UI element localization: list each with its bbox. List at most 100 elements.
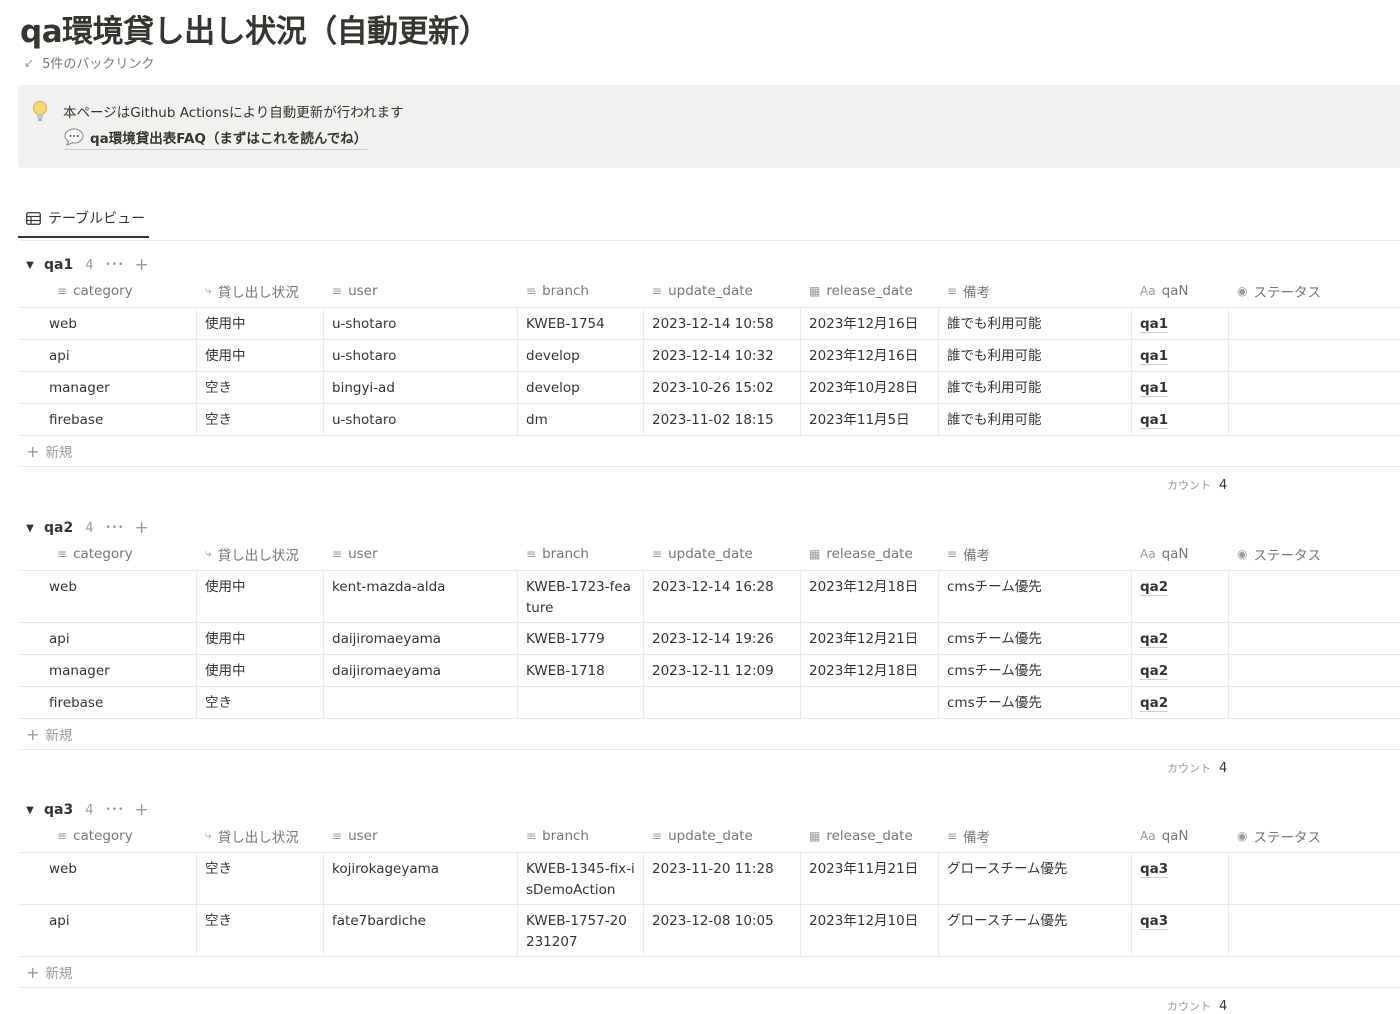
- cell-3[interactable]: KWEB-1723-feature: [518, 571, 644, 622]
- cell-2[interactable]: kent-mazda-alda: [324, 571, 518, 622]
- column-header-3[interactable]: ≡ branch: [518, 819, 644, 852]
- cell-3[interactable]: KWEB-1779: [518, 623, 644, 654]
- table-row[interactable]: web 空き kojirokageyama KWEB-1345-fix-isDemoA…: [18, 853, 1400, 905]
- cell-6[interactable]: cmsチーム優先: [939, 571, 1132, 622]
- cell-8[interactable]: [1229, 404, 1400, 435]
- cell-5[interactable]: [801, 687, 939, 718]
- cell-6[interactable]: 誰でも利用可能: [939, 308, 1132, 339]
- cell-1[interactable]: 使用中: [197, 655, 324, 686]
- cell-8[interactable]: [1229, 372, 1400, 403]
- cell-5[interactable]: 2023年11月5日: [801, 404, 939, 435]
- collapse-triangle-icon[interactable]: ▼: [18, 805, 42, 816]
- qan-title-link[interactable]: qa2: [1140, 579, 1169, 596]
- cell-0[interactable]: web: [18, 853, 197, 904]
- cell-8[interactable]: [1229, 853, 1400, 904]
- column-header-7[interactable]: Aa qaN: [1132, 819, 1229, 852]
- cell-2[interactable]: u-shotaro: [324, 340, 518, 371]
- cell-6[interactable]: cmsチーム優先: [939, 687, 1132, 718]
- table-row[interactable]: api 使用中 daijiromaeyama KWEB-1779 2023-12-14 …: [18, 623, 1400, 655]
- cell-1[interactable]: 使用中: [197, 623, 324, 654]
- cell-2[interactable]: fate7bardiche: [324, 905, 518, 956]
- faq-page-link[interactable]: qa環境貸出表FAQ（まずはこれを読んでね）: [64, 127, 368, 150]
- cell-6[interactable]: 誰でも利用可能: [939, 340, 1132, 371]
- table-row[interactable]: web 使用中 u-shotaro KWEB-1754 2023-12-14 10:58…: [18, 308, 1400, 340]
- cell-7[interactable]: qa3: [1132, 905, 1229, 956]
- qan-title-link[interactable]: qa3: [1140, 861, 1169, 878]
- backlinks-link[interactable]: ↙ 5件のバックリンク: [24, 53, 154, 73]
- count-footer[interactable]: カウント 4: [1167, 998, 1227, 1014]
- cell-6[interactable]: cmsチーム優先: [939, 623, 1132, 654]
- cell-0[interactable]: web: [18, 571, 197, 622]
- cell-1[interactable]: 空き: [197, 853, 324, 904]
- cell-5[interactable]: 2023年12月21日: [801, 623, 939, 654]
- cell-4[interactable]: 2023-11-20 11:28: [644, 853, 801, 904]
- cell-2[interactable]: kojirokageyama: [324, 853, 518, 904]
- cell-3[interactable]: [518, 687, 644, 718]
- column-header-8[interactable]: ◉ ステータス: [1229, 274, 1400, 307]
- table-row[interactable]: manager 空き bingyi-ad develop 2023-10-26 15:0…: [18, 372, 1400, 404]
- cell-4[interactable]: 2023-12-14 10:32: [644, 340, 801, 371]
- cell-4[interactable]: 2023-12-08 10:05: [644, 905, 801, 956]
- cell-7[interactable]: qa1: [1132, 372, 1229, 403]
- cell-5[interactable]: 2023年12月18日: [801, 655, 939, 686]
- cell-7[interactable]: qa1: [1132, 404, 1229, 435]
- qan-title-link[interactable]: qa2: [1140, 663, 1169, 680]
- cell-7[interactable]: qa2: [1132, 571, 1229, 622]
- cell-4[interactable]: 2023-10-26 15:02: [644, 372, 801, 403]
- cell-1[interactable]: 使用中: [197, 340, 324, 371]
- cell-6[interactable]: 誰でも利用可能: [939, 372, 1132, 403]
- new-row-button[interactable]: + 新規: [18, 957, 1400, 988]
- table-row[interactable]: api 使用中 u-shotaro develop 2023-12-14 10:32 20…: [18, 340, 1400, 372]
- table-row[interactable]: manager 使用中 daijiromaeyama KWEB-1718 2023-12…: [18, 655, 1400, 687]
- cell-4[interactable]: 2023-12-14 19:26: [644, 623, 801, 654]
- cell-7[interactable]: qa2: [1132, 655, 1229, 686]
- cell-3[interactable]: develop: [518, 340, 644, 371]
- add-row-icon[interactable]: +: [134, 255, 148, 275]
- add-row-icon[interactable]: +: [134, 800, 148, 820]
- column-header-5[interactable]: ▦ release_date: [801, 274, 939, 307]
- cell-1[interactable]: 空き: [197, 372, 324, 403]
- cell-2[interactable]: daijiromaeyama: [324, 623, 518, 654]
- cell-0[interactable]: manager: [18, 372, 197, 403]
- cell-8[interactable]: [1229, 623, 1400, 654]
- cell-5[interactable]: 2023年12月10日: [801, 905, 939, 956]
- cell-4[interactable]: 2023-12-14 16:28: [644, 571, 801, 622]
- cell-0[interactable]: firebase: [18, 687, 197, 718]
- qan-title-link[interactable]: qa1: [1140, 316, 1169, 333]
- column-header-1[interactable]: ⤷ 貸し出し状況: [197, 274, 324, 307]
- column-header-3[interactable]: ≡ branch: [518, 537, 644, 570]
- table-row[interactable]: web 使用中 kent-mazda-alda KWEB-1723-feature 20…: [18, 571, 1400, 623]
- cell-7[interactable]: qa1: [1132, 308, 1229, 339]
- column-header-2[interactable]: ≡ user: [324, 537, 518, 570]
- cell-0[interactable]: firebase: [18, 404, 197, 435]
- cell-2[interactable]: [324, 687, 518, 718]
- cell-1[interactable]: 空き: [197, 905, 324, 956]
- cell-0[interactable]: api: [18, 905, 197, 956]
- cell-6[interactable]: グロースチーム優先: [939, 905, 1132, 956]
- cell-3[interactable]: dm: [518, 404, 644, 435]
- cell-3[interactable]: KWEB-1757-20231207: [518, 905, 644, 956]
- column-header-2[interactable]: ≡ user: [324, 819, 518, 852]
- cell-4[interactable]: [644, 687, 801, 718]
- column-header-5[interactable]: ▦ release_date: [801, 537, 939, 570]
- cell-8[interactable]: [1229, 905, 1400, 956]
- column-header-7[interactable]: Aa qaN: [1132, 274, 1229, 307]
- more-options-icon[interactable]: •••: [106, 523, 125, 533]
- more-options-icon[interactable]: •••: [106, 260, 125, 270]
- column-header-1[interactable]: ⤷ 貸し出し状況: [197, 537, 324, 570]
- table-row[interactable]: firebase 空き u-shotaro dm 2023-11-02 18:15 202…: [18, 404, 1400, 436]
- cell-3[interactable]: KWEB-1345-fix-isDemoAction: [518, 853, 644, 904]
- tab-table-view[interactable]: テーブルビュー: [18, 200, 149, 238]
- column-header-7[interactable]: Aa qaN: [1132, 537, 1229, 570]
- new-row-button[interactable]: + 新規: [18, 719, 1400, 750]
- cell-7[interactable]: qa1: [1132, 340, 1229, 371]
- cell-3[interactable]: KWEB-1754: [518, 308, 644, 339]
- column-header-4[interactable]: ≡ update_date: [644, 274, 801, 307]
- cell-1[interactable]: 空き: [197, 404, 324, 435]
- cell-8[interactable]: [1229, 308, 1400, 339]
- cell-4[interactable]: 2023-11-02 18:15: [644, 404, 801, 435]
- column-header-5[interactable]: ▦ release_date: [801, 819, 939, 852]
- cell-5[interactable]: 2023年11月21日: [801, 853, 939, 904]
- qan-title-link[interactable]: qa1: [1140, 348, 1169, 365]
- add-row-icon[interactable]: +: [134, 518, 148, 538]
